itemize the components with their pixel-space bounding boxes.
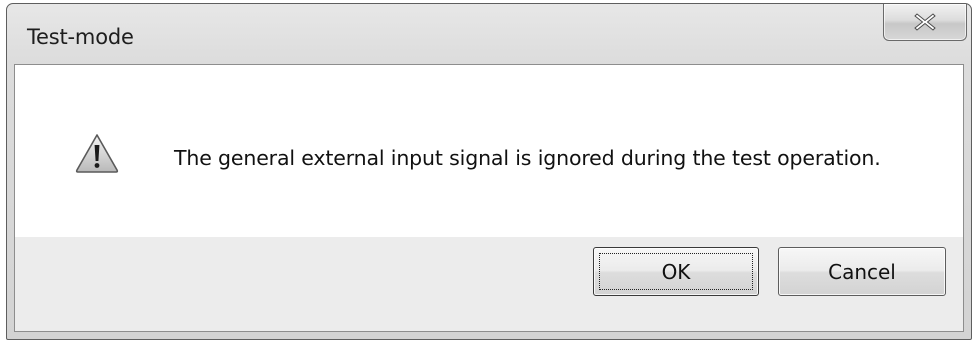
message-area: The general external input signal is ign…: [15, 65, 963, 237]
focus-ring: [599, 253, 753, 290]
window-title: Test-mode: [27, 25, 134, 49]
title-bar[interactable]: Test-mode: [7, 4, 971, 64]
message-text: The general external input signal is ign…: [174, 146, 881, 170]
cancel-button[interactable]: Cancel: [778, 247, 946, 296]
close-icon: [914, 13, 936, 31]
ok-button[interactable]: OK: [593, 247, 759, 296]
dialog-content: The general external input signal is ign…: [14, 64, 964, 332]
close-button[interactable]: [883, 4, 967, 41]
dialog-window: Test-mode The general external input sig…: [6, 3, 972, 340]
warning-icon: [75, 134, 119, 173]
cancel-button-label: Cancel: [828, 259, 896, 284]
